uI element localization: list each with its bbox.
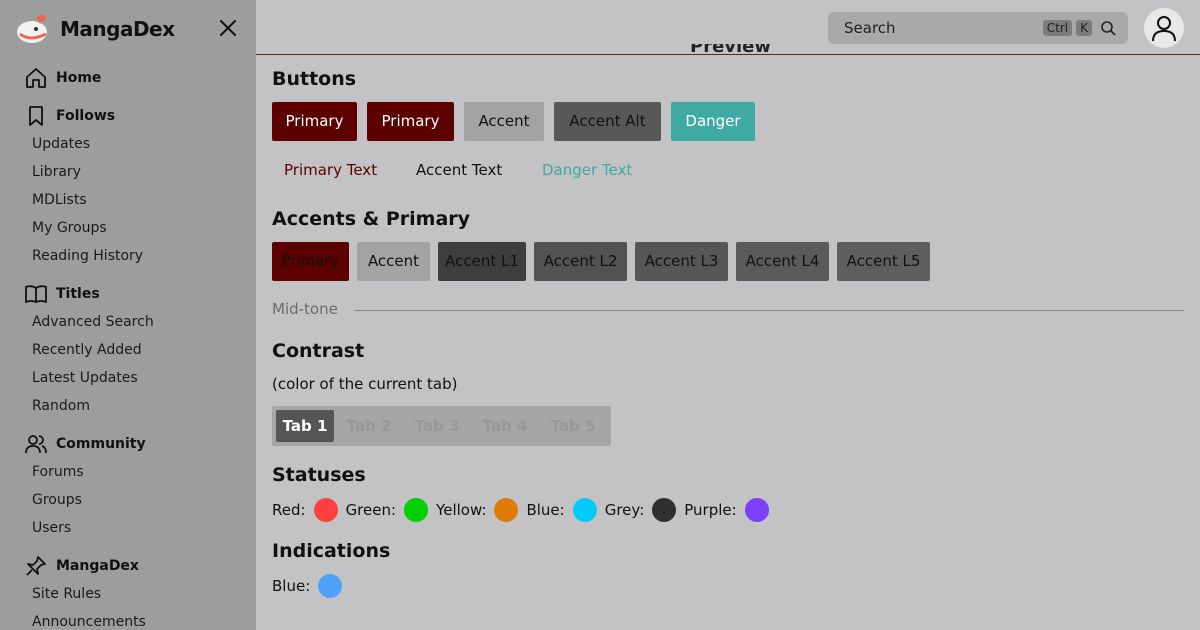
swatch-accent[interactable]: Accent	[357, 242, 430, 281]
sidebar-item-latest-updates[interactable]: Latest Updates	[0, 364, 256, 392]
sidebar-section-titles[interactable]: Titles	[0, 280, 256, 308]
sidebar-section-community[interactable]: Community	[0, 430, 256, 458]
midtone-label: Mid-tone	[272, 300, 338, 318]
accent-button[interactable]: Accent	[464, 102, 544, 141]
sidebar-item-users[interactable]: Users	[0, 514, 256, 542]
sidebar: MangaDex Home Follows Updates Library MDList…	[0, 0, 256, 630]
tab-tab-3[interactable]: Tab 3	[408, 410, 466, 442]
close-sidebar-icon[interactable]	[216, 16, 240, 40]
primary-button[interactable]: Primary	[272, 102, 357, 141]
sidebar-item-library[interactable]: Library	[0, 158, 256, 186]
accent-text-button[interactable]: Accent Text	[416, 155, 502, 185]
status-dot-red	[313, 498, 338, 522]
sidebar-item-site-rules[interactable]: Site Rules	[0, 580, 256, 608]
swatch-accent-l5[interactable]: Accent L5	[837, 242, 930, 281]
contrast-heading: Contrast	[272, 340, 365, 362]
indications-heading: Indications	[272, 540, 391, 562]
tab-tab-2[interactable]: Tab 2	[340, 410, 398, 442]
book-icon	[25, 285, 47, 303]
users-icon	[25, 435, 47, 454]
sidebar-section-mangadex[interactable]: MangaDex	[0, 552, 256, 580]
sidebar-section-label: MangaDex	[56, 558, 139, 574]
brand[interactable]: MangaDex	[16, 12, 175, 46]
sidebar-section-label: Follows	[56, 108, 116, 124]
contrast-tabs: Tab 1 Tab 2 Tab 3 Tab 4 Tab 5	[272, 406, 611, 446]
sidebar-item-my-groups[interactable]: My Groups	[0, 214, 256, 242]
app-name: MangaDex	[60, 17, 175, 41]
sidebar-section-label: Home	[56, 70, 102, 86]
pin-icon	[26, 556, 46, 576]
status-label-grey: Grey:	[604, 501, 645, 519]
accents-heading: Accents & Primary	[272, 208, 471, 230]
status-dot-blue	[572, 498, 597, 522]
sidebar-nav: Home Follows Updates Library MDLists My Group…	[0, 64, 256, 630]
sidebar-item-announcements[interactable]: Announcements	[0, 608, 256, 630]
status-dot-blue	[318, 574, 343, 598]
status-label-blue: Blue:	[272, 577, 311, 595]
sidebar-item-mdlists[interactable]: MDLists	[0, 186, 256, 214]
status-label-purple: Purple:	[684, 501, 737, 519]
status-label-red: Red:	[272, 501, 306, 519]
status-dot-yellow	[494, 498, 519, 522]
swatch-accent-l3[interactable]: Accent L3	[635, 242, 728, 281]
buttons-heading: Buttons	[272, 68, 357, 90]
swatch-primary[interactable]: Primary	[272, 242, 349, 281]
sidebar-item-advanced-search[interactable]: Advanced Search	[0, 308, 256, 336]
swatch-accent-l1[interactable]: Accent L1	[438, 242, 526, 281]
indications-row: Blue:	[272, 574, 350, 598]
sidebar-item-updates[interactable]: Updates	[0, 130, 256, 158]
accent-alt-button[interactable]: Accent Alt	[554, 102, 661, 141]
statuses-row: Red: Green: Yellow: Blue: Grey: Purple:	[272, 498, 777, 522]
sidebar-item-recently-added[interactable]: Recently Added	[0, 336, 256, 364]
sidebar-item-reading-history[interactable]: Reading History	[0, 242, 256, 270]
primary-text-button[interactable]: Primary Text	[284, 155, 377, 185]
contrast-note: (color of the current tab)	[272, 375, 458, 393]
danger-button[interactable]: Danger	[671, 102, 755, 141]
sidebar-item-groups[interactable]: Groups	[0, 486, 256, 514]
status-dot-purple	[744, 498, 769, 522]
bookmark-icon	[29, 106, 43, 126]
sidebar-section-follows[interactable]: Follows	[0, 102, 256, 130]
status-label-blue: Blue:	[526, 501, 565, 519]
status-label-green: Green:	[345, 501, 397, 519]
sidebar-section-home[interactable]: Home	[0, 64, 256, 92]
sidebar-section-label: Community	[56, 436, 146, 452]
status-dot-green	[404, 498, 429, 522]
swatch-accent-l2[interactable]: Accent L2	[534, 242, 627, 281]
main-content: Buttons Primary Primary Accent Accent Alt Da…	[272, 0, 1184, 630]
statuses-heading: Statuses	[272, 464, 366, 486]
status-dot-grey	[652, 498, 677, 522]
sidebar-item-random[interactable]: Random	[0, 392, 256, 420]
primary-button[interactable]: Primary	[367, 102, 454, 141]
tab-tab-4[interactable]: Tab 4	[476, 410, 534, 442]
swatch-accent-l4[interactable]: Accent L4	[736, 242, 829, 281]
tab-tab-1[interactable]: Tab 1	[276, 410, 334, 442]
sidebar-item-forums[interactable]: Forums	[0, 458, 256, 486]
status-label-yellow: Yellow:	[436, 501, 487, 519]
midtone-divider	[354, 310, 1184, 311]
danger-text-button[interactable]: Danger Text	[542, 155, 632, 185]
mangadex-logo-icon	[17, 15, 47, 43]
tab-tab-5[interactable]: Tab 5	[544, 410, 602, 442]
home-icon	[26, 68, 46, 88]
sidebar-section-label: Titles	[56, 286, 100, 302]
